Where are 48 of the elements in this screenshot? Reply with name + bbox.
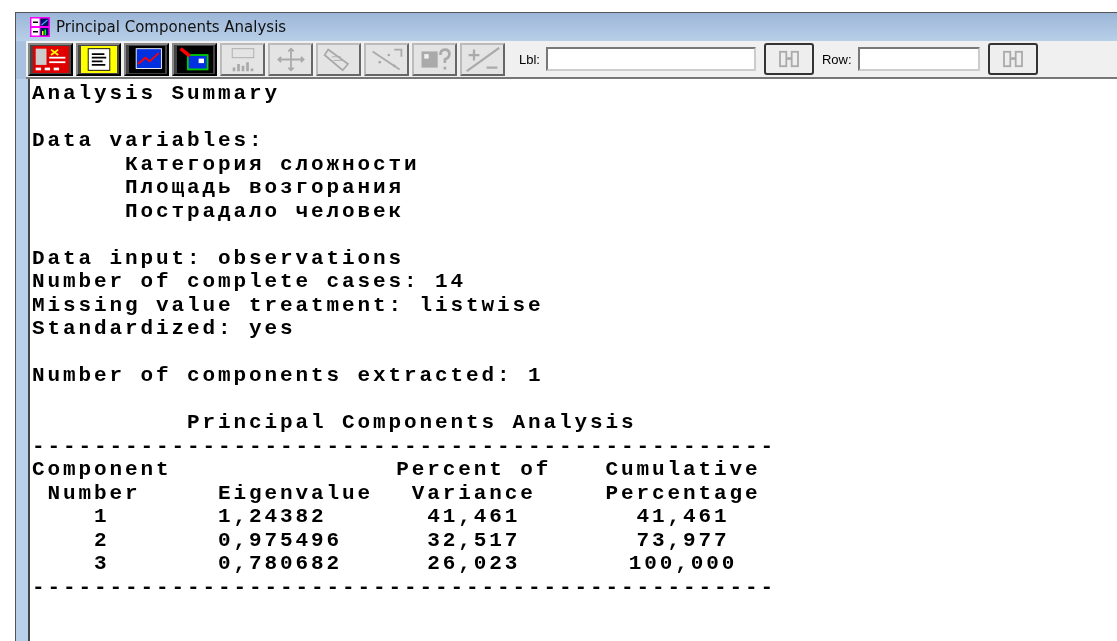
arrow-screen-icon <box>175 45 214 73</box>
grid-icon <box>31 45 70 73</box>
table-cell-text: 41,461 <box>635 505 731 529</box>
report-heading: Analysis Summary <box>32 82 281 106</box>
table-cell-text: 73,977 <box>635 528 731 552</box>
table-cell-text: 2 <box>93 528 111 552</box>
binoculars-icon <box>777 50 800 68</box>
report-line: Missing value treatment: listwise <box>32 293 544 317</box>
table-cell-text: 26,023 <box>426 552 522 576</box>
column-header: Eigenvalue <box>217 480 373 505</box>
report-line: Number of components extracted: 1 <box>32 364 544 388</box>
window-title: Principal Components Analysis <box>56 18 287 36</box>
report-line: Data input: observations <box>32 246 405 270</box>
app-icon <box>30 17 50 37</box>
plus-minus-icon <box>463 45 502 73</box>
find-button[interactable] <box>763 43 814 75</box>
column-header: Cumulative Percentage <box>605 458 761 505</box>
toolbar-button[interactable] <box>28 42 73 76</box>
toolbar-button[interactable] <box>76 42 121 76</box>
table-cell-text: 0,780682 <box>217 552 344 576</box>
table-title: Principal Components Analysis <box>187 411 637 435</box>
label-field[interactable] <box>545 47 756 71</box>
table-cell-text: 0,975496 <box>217 528 344 552</box>
label-field-label: Lbl: <box>519 51 540 67</box>
column-header: Component Number <box>32 458 172 505</box>
variable-name: Пострадало человек <box>125 199 405 223</box>
row-field[interactable] <box>857 47 980 71</box>
table-cell-text: 3 <box>93 552 111 576</box>
report-line: Number of complete cases: 14 <box>32 270 467 294</box>
variable-name: Площадь возгорания <box>125 176 405 200</box>
report-line: Standardized: yes <box>32 317 296 341</box>
table-cell-text: 100,000 <box>627 552 739 576</box>
document-icon <box>79 45 118 73</box>
binoculars-icon <box>1001 50 1024 68</box>
variable-name: Категория сложности <box>125 152 420 176</box>
table-cell-text: 1 <box>93 505 111 529</box>
row-field-label: Row: <box>821 51 852 67</box>
table-cell-text: 1,24382 <box>217 505 328 529</box>
table-rule: ------------------------------------------------ <box>32 575 777 599</box>
toolbar-button[interactable] <box>172 42 217 76</box>
table-rule: ------------------------------------------------ <box>32 434 777 458</box>
find-button[interactable] <box>987 43 1038 75</box>
table-cell-text: 41,461 <box>426 505 522 529</box>
line-chart-icon <box>127 45 166 73</box>
toolbar-button[interactable] <box>124 42 169 76</box>
column-header: Percent of Variance <box>395 458 553 505</box>
report-line: Data variables: <box>32 129 265 153</box>
table-cell-text: 32,517 <box>426 528 522 552</box>
